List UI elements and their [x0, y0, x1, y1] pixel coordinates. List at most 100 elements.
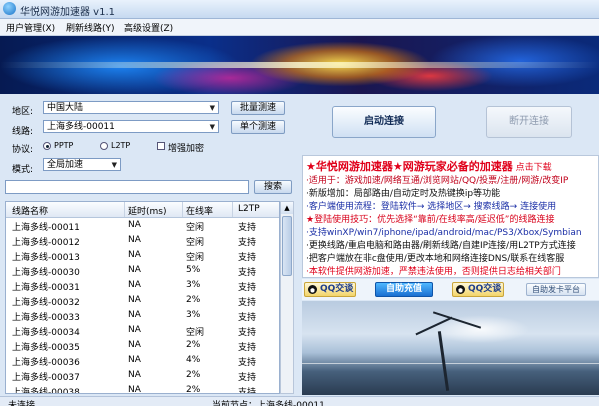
- line-table: 线路名称 延时(ms) 在线率 L2TP 上海多线-00011 NA 空闲 支持 上海多…: [5, 201, 280, 394]
- cell-online-rate: 2%: [186, 295, 201, 305]
- column-divider[interactable]: [124, 202, 125, 217]
- table-row[interactable]: 上海多线-00013 NA 空闲 支持: [6, 248, 279, 263]
- notice-text: ·支持winXP/win7/iphone/ipad/android/mac/PS…: [306, 228, 582, 238]
- line-label: 线路:: [12, 127, 34, 137]
- region-select[interactable]: 中国大陆 ▼: [43, 101, 219, 114]
- line-select-value: 上海多线-00011: [47, 122, 115, 132]
- cell-online-rate: 5%: [186, 265, 201, 275]
- table-row[interactable]: 上海多线-00034 NA 空闲 支持: [6, 323, 279, 338]
- cell-l2tp: 支持: [238, 313, 257, 323]
- cell-line-name: 上海多线-00034: [12, 328, 80, 338]
- notice-text: ·适用于：游戏加速/网络互通/浏览网站/QQ/投票/注册/网游/改变IP: [306, 176, 569, 186]
- cell-latency: NA: [128, 355, 141, 365]
- cell-online-rate: 4%: [186, 355, 201, 365]
- cell-line-name: 上海多线-00032: [12, 298, 80, 308]
- cell-l2tp: 支持: [238, 253, 257, 263]
- column-divider[interactable]: [232, 202, 233, 217]
- table-row[interactable]: 上海多线-00033 NA 3% 支持: [6, 308, 279, 323]
- line-select[interactable]: 上海多线-00011 ▼: [43, 120, 219, 133]
- cell-latency: NA: [128, 250, 141, 260]
- qq-chat-label: QQ交谈: [320, 284, 354, 294]
- table-row[interactable]: 上海多线-00031 NA 3% 支持: [6, 278, 279, 293]
- enhanced-encryption-checkbox[interactable]: [157, 142, 165, 150]
- notice-line[interactable]: ·更换线路/重启电脑和路由器/刷新线路/自建IP连接/用L2TP方式连接: [306, 238, 576, 251]
- notice-line[interactable]: ·本软件提供网游加速，严禁违法使用，否则提供日志给相关部门: [306, 264, 561, 277]
- menu-refresh-lines[interactable]: 刷新线路(Y): [66, 21, 115, 34]
- enhanced-encryption-label: 增强加密: [168, 144, 205, 154]
- cell-latency: NA: [128, 265, 141, 275]
- notice-line[interactable]: ★华悦网游加速器★网游玩家必备的加速器 点击下载: [306, 158, 552, 174]
- chevron-down-icon: ▼: [209, 123, 215, 131]
- table-row[interactable]: 上海多线-00036 NA 4% 支持: [6, 353, 279, 368]
- column-divider[interactable]: [182, 202, 183, 217]
- column-header-latency[interactable]: 延时(ms): [128, 204, 166, 217]
- cell-l2tp: 支持: [238, 298, 257, 308]
- search-button[interactable]: 搜索: [254, 180, 292, 194]
- cell-line-name: 上海多线-00030: [12, 268, 80, 278]
- notice-text: ★登陆使用技巧：优先选择“靠前/在线率高/延迟低”的线路连接: [306, 215, 555, 225]
- table-scrollbar[interactable]: ▲: [280, 201, 294, 394]
- cell-l2tp: 支持: [238, 343, 257, 353]
- cell-line-name: 上海多线-00036: [12, 358, 80, 368]
- protocol-label: 协议:: [12, 145, 34, 155]
- mode-select[interactable]: 全局加速 ▼: [43, 158, 121, 171]
- mode-label: 模式:: [12, 165, 34, 175]
- cell-online-rate: 空闲: [186, 223, 205, 233]
- protocol-pptp-label: PPTP: [54, 141, 74, 150]
- table-row[interactable]: 上海多线-00037 NA 2% 支持: [6, 368, 279, 383]
- cell-l2tp: 支持: [238, 223, 257, 233]
- qq-chat-button-2[interactable]: QQ交谈: [452, 282, 504, 297]
- table-row[interactable]: 上海多线-00030 NA 5% 支持: [6, 263, 279, 278]
- cell-latency: NA: [128, 325, 141, 335]
- cell-latency: NA: [128, 310, 141, 320]
- cell-line-name: 上海多线-00012: [12, 238, 80, 248]
- notice-line[interactable]: ·客户端使用流程：登陆软件→ 选择地区→ 搜索线路→ 连接使用: [306, 199, 556, 212]
- single-test-button[interactable]: 单个测速: [231, 120, 285, 134]
- notice-line[interactable]: ·把客户端放在非c盘使用/更改本地和网络连接DNS/联系在线客服: [306, 251, 564, 264]
- connect-button[interactable]: 启动连接: [332, 106, 436, 138]
- batch-test-button[interactable]: 批量测速: [231, 101, 285, 115]
- table-row[interactable]: 上海多线-00012 NA 空闲 支持: [6, 233, 279, 248]
- self-recharge-button[interactable]: 自助充值: [375, 282, 433, 297]
- region-label: 地区:: [12, 107, 34, 117]
- cell-l2tp: 支持: [238, 373, 257, 383]
- title-bar: 华悦网游加速器 v1.1: [0, 0, 599, 19]
- notice-line[interactable]: ·适用于：游戏加速/网络互通/浏览网站/QQ/投票/注册/网游/改变IP: [306, 173, 568, 186]
- notice-text: ·客户端使用流程：登陆软件→ 选择地区→ 搜索线路→ 连接使用: [306, 202, 557, 212]
- cell-latency: NA: [128, 295, 141, 305]
- cell-l2tp: 支持: [238, 238, 257, 248]
- disconnect-button[interactable]: 断开连接: [486, 106, 572, 138]
- table-row[interactable]: 上海多线-00038 NA 2% 支持: [6, 383, 279, 394]
- card-platform-button[interactable]: 自助发卡平台: [526, 283, 586, 296]
- notice-line[interactable]: ·新版增加：局部路由/自动定时及热键换ip等功能: [306, 186, 500, 199]
- table-row[interactable]: 上海多线-00032 NA 2% 支持: [6, 293, 279, 308]
- app-logo-icon: [3, 2, 16, 15]
- region-select-value: 中国大陆: [47, 103, 84, 113]
- cell-online-rate: 空闲: [186, 238, 205, 248]
- table-row[interactable]: 上海多线-00011 NA 空闲 支持: [6, 218, 279, 233]
- table-row[interactable]: 上海多线-00035 NA 2% 支持: [6, 338, 279, 353]
- qq-penguin-icon: [456, 285, 465, 294]
- horizon-line: [302, 363, 599, 364]
- protocol-l2tp-radio[interactable]: [100, 142, 108, 150]
- menu-advanced-settings[interactable]: 高级设置(Z): [124, 21, 173, 34]
- notice-text: ·新版增加：局部路由/自动定时及热键换ip等功能: [306, 189, 501, 199]
- chevron-down-icon: ▼: [209, 104, 215, 112]
- qq-chat-label: QQ交谈: [468, 284, 502, 294]
- protocol-pptp-radio[interactable]: [43, 142, 51, 150]
- notice-line[interactable]: ★登陆使用技巧：优先选择“靠前/在线率高/延迟低”的线路连接: [306, 212, 554, 225]
- column-header-l2tp[interactable]: L2TP: [238, 204, 260, 214]
- table-header: 线路名称 延时(ms) 在线率 L2TP: [6, 202, 279, 218]
- cell-latency: NA: [128, 235, 141, 245]
- scroll-up-arrow-icon[interactable]: ▲: [281, 202, 293, 214]
- column-header-line-name[interactable]: 线路名称: [12, 204, 48, 217]
- cell-online-rate: 3%: [186, 280, 201, 290]
- qq-chat-button-1[interactable]: QQ交谈: [304, 282, 356, 297]
- menu-user-management[interactable]: 用户管理(X): [6, 21, 55, 34]
- column-header-online-rate[interactable]: 在线率: [186, 204, 213, 217]
- notice-line[interactable]: ·支持winXP/win7/iphone/ipad/android/mac/PS…: [306, 225, 582, 238]
- cell-online-rate: 2%: [186, 385, 201, 394]
- scrollbar-thumb[interactable]: [282, 216, 292, 276]
- landscape-photo: [302, 301, 599, 395]
- search-input[interactable]: [5, 180, 249, 194]
